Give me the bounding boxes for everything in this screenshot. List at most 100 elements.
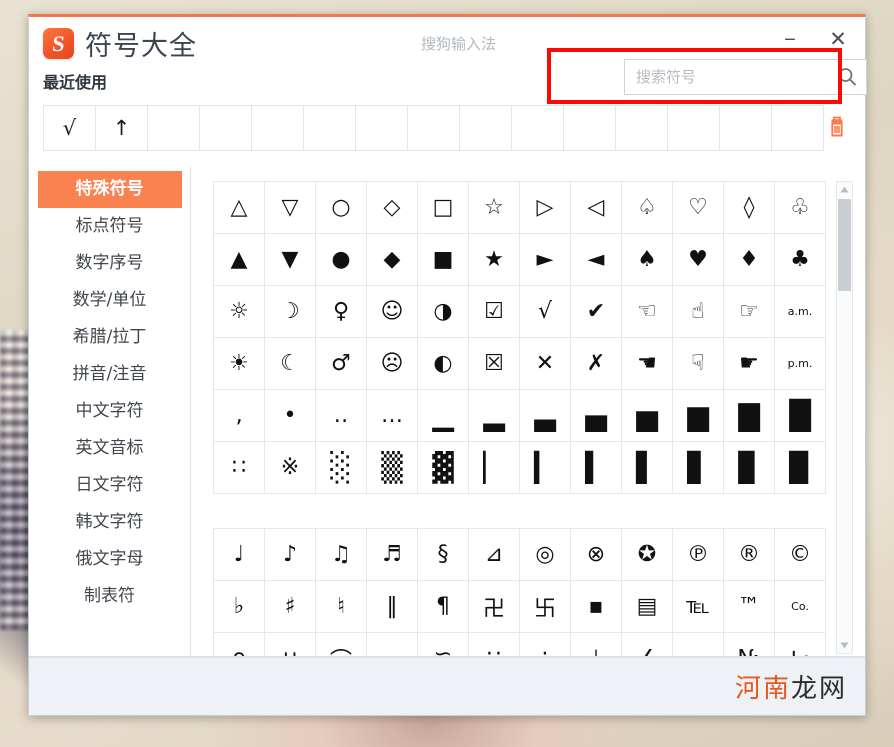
symbol-cell[interactable]: © [775,529,826,581]
recent-symbol-cell[interactable] [408,106,460,150]
symbol-cell[interactable]: ▅ [622,390,673,442]
symbol-cell[interactable]: ▁ [418,390,469,442]
symbol-cell[interactable]: ☀ [214,338,265,390]
symbol-cell[interactable]: ∴ [520,633,571,656]
symbol-cell[interactable]: ▆ [673,390,724,442]
symbol-cell[interactable]: ※ [265,442,316,494]
recent-symbol-cell[interactable] [720,106,772,150]
sidebar-item-10[interactable]: 俄文字母 [38,541,182,578]
symbol-cell[interactable]: ⊿ [469,529,520,581]
symbol-cell[interactable]: ☟ [673,338,724,390]
sidebar-item-4[interactable]: 希腊/拉丁 [38,319,182,356]
recent-symbol-cell[interactable] [616,106,668,150]
symbol-cell[interactable]: ⊥ [571,633,622,656]
symbol-cell[interactable]: ☾ [265,338,316,390]
symbol-cell[interactable]: ♭ [214,581,265,633]
search-box[interactable] [624,59,867,95]
symbol-cell[interactable]: ● [316,234,367,286]
symbol-cell[interactable]: ▷ [520,182,571,234]
symbol-cell[interactable]: ◁ [571,182,622,234]
symbol-cell[interactable]: ▋ [673,442,724,494]
sidebar-item-0[interactable]: 特殊符号 [37,171,182,208]
symbol-cell[interactable]: ▇ [724,390,775,442]
symbol-cell[interactable]: ◊ [724,182,775,234]
recent-symbol-cell[interactable] [356,106,408,150]
symbol-cell[interactable]: 卍 [469,581,520,633]
symbol-cell[interactable]: p.m. [775,338,826,390]
symbol-cell[interactable]: ♤ [622,182,673,234]
symbol-cell[interactable]: ◐ [418,338,469,390]
symbol-cell[interactable]: ☺ [367,286,418,338]
recent-symbol-cell[interactable] [772,106,824,150]
symbol-cell[interactable]: ☚ [622,338,673,390]
scrollbar-thumb[interactable] [838,199,851,291]
symbol-cell[interactable]: ♦ [724,234,775,286]
symbol-cell[interactable]: ☜ [622,286,673,338]
sidebar-item-2[interactable]: 数字序号 [38,245,182,282]
symbol-cell[interactable]: ▃ [520,390,571,442]
symbol-cell[interactable]: § [418,529,469,581]
symbol-cell[interactable]: ♫ [316,529,367,581]
symbol-cell[interactable]: 卐 [520,581,571,633]
symbol-cell[interactable]: ‥ [316,390,367,442]
symbol-cell[interactable]: … [367,390,418,442]
symbol-cell[interactable]: ▄ [571,390,622,442]
recent-symbol-cell[interactable] [564,106,616,150]
sidebar-item-8[interactable]: 日文字符 [38,467,182,504]
symbol-cell[interactable]: △ [214,182,265,234]
symbol-cell[interactable]: ☛ [724,338,775,390]
recent-symbol-cell[interactable] [304,106,356,150]
symbol-cell[interactable]: ◄ [571,234,622,286]
symbol-cell[interactable]: ♂ [316,338,367,390]
symbol-cell[interactable]: ℗ [673,529,724,581]
symbol-cell[interactable]: ▪ [571,581,622,633]
symbol-cell[interactable]: ♯ [265,581,316,633]
sidebar-item-7[interactable]: 英文音标 [38,430,182,467]
symbol-cell[interactable]: ◆ [367,234,418,286]
symbol-cell[interactable]: ♬ [367,529,418,581]
symbol-cell[interactable]: ▼ [265,234,316,286]
symbol-cell[interactable]: ☆ [469,182,520,234]
symbol-cell[interactable]: □ [418,182,469,234]
symbol-cell[interactable]: ☼ [214,286,265,338]
recent-symbol-cell[interactable] [148,106,200,150]
recent-symbol-cell[interactable]: √ [44,106,96,150]
symbol-cell[interactable]: ✕ [520,338,571,390]
symbol-cell[interactable]: ∪ [265,633,316,656]
symbol-cell[interactable]: ▒ [367,442,418,494]
symbol-cell[interactable]: ♮ [316,581,367,633]
symbol-cell[interactable]: ⌓ [673,633,724,656]
symbol-cell[interactable]: ⊗ [571,529,622,581]
symbol-cell[interactable]: ≌ [418,633,469,656]
symbol-cell[interactable]: ▌ [622,442,673,494]
symbol-cell[interactable]: ☑ [469,286,520,338]
symbol-cell[interactable]: № [724,633,775,656]
symbol-cell[interactable]: ☒ [469,338,520,390]
symbol-cell[interactable]: ∩ [214,633,265,656]
symbol-cell[interactable]: ▂ [469,390,520,442]
symbol-cell[interactable]: ◑ [418,286,469,338]
symbol-cell[interactable]: ✪ [622,529,673,581]
symbol-cell[interactable]: ★ [469,234,520,286]
symbol-cell[interactable]: ▍ [571,442,622,494]
symbol-cell[interactable]: ‚ [214,390,265,442]
close-button[interactable]: ✕ [825,27,851,53]
symbol-cell[interactable]: ♧ [775,182,826,234]
symbol-cell[interactable]: a.m. [775,286,826,338]
symbol-cell[interactable]: ♥ [673,234,724,286]
symbol-cell[interactable]: ░ [316,442,367,494]
symbol-cell[interactable]: ♣ [775,234,826,286]
recent-symbol-cell[interactable] [512,106,564,150]
symbol-cell[interactable]: ℡ [673,581,724,633]
symbol-cell[interactable]: ✔ [571,286,622,338]
scroll-up-icon[interactable] [837,182,852,197]
symbol-cell[interactable]: ♀ [316,286,367,338]
symbol-cell[interactable]: ■ [418,234,469,286]
symbol-cell[interactable]: ▊ [724,442,775,494]
scroll-down-icon[interactable] [837,638,852,653]
symbol-cell[interactable]: ㏑ [775,633,826,656]
symbol-cell[interactable]: ✗ [571,338,622,390]
symbol-cell[interactable]: ▉ [775,442,826,494]
search-icon[interactable] [836,66,858,88]
symbol-cell[interactable]: ☽ [265,286,316,338]
